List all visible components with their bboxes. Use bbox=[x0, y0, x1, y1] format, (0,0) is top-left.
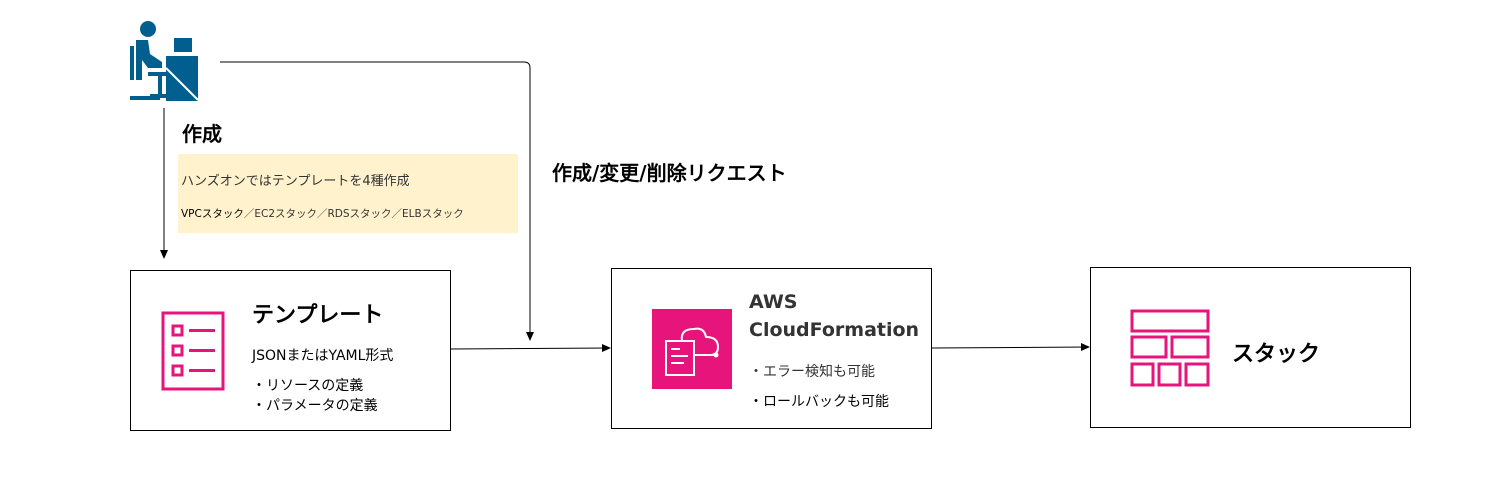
cfn-bullet-rollback: ・ロールバックも可能 bbox=[749, 394, 889, 410]
arrow-template-to-cfn bbox=[450, 344, 611, 353]
user-at-desk-icon bbox=[128, 20, 200, 106]
template-bullet-parameters: ・パラメータの定義 bbox=[252, 398, 378, 414]
create-label: 作成 bbox=[182, 122, 222, 146]
cloudformation-title: CloudFormation bbox=[749, 319, 920, 341]
stack-grid-icon bbox=[1130, 309, 1210, 391]
stack-box: スタック bbox=[1090, 267, 1411, 428]
template-bullet-resources: ・リソースの定義 bbox=[252, 378, 364, 394]
cfn-bullet-error-detection: ・エラー検知も可能 bbox=[749, 364, 875, 380]
cloudformation-icon bbox=[652, 309, 732, 393]
note-vpc-stack: VPCスタック bbox=[181, 208, 244, 220]
note-line2: VPCスタック／EC2スタック／RDSスタック／ELBスタック bbox=[181, 206, 464, 221]
template-box: テンプレート JSONまたはYAML形式 ・リソースの定義 ・パラメータの定義 bbox=[130, 270, 451, 431]
request-label: 作成/変更/削除リクエスト bbox=[552, 161, 787, 185]
note-line1: ハンズオンではテンプレートを4種作成 bbox=[181, 174, 410, 189]
cloudformation-box: AWS CloudFormation ・エラー検知も可能 ・ロールバックも可能 bbox=[611, 268, 932, 429]
template-note: ハンズオンではテンプレートを4種作成 VPCスタック／EC2スタック／RDSスタ… bbox=[178, 154, 518, 233]
template-title: テンプレート bbox=[252, 303, 384, 328]
template-format: JSONまたはYAML形式 bbox=[252, 348, 394, 364]
stack-title: スタック bbox=[1232, 342, 1321, 367]
arrow-cfn-to-stack bbox=[931, 343, 1090, 352]
checklist-icon bbox=[161, 311, 225, 395]
cloudformation-title-aws: AWS bbox=[749, 291, 798, 313]
note-other-stacks: ／EC2スタック／RDSスタック／ELBスタック bbox=[243, 208, 464, 220]
